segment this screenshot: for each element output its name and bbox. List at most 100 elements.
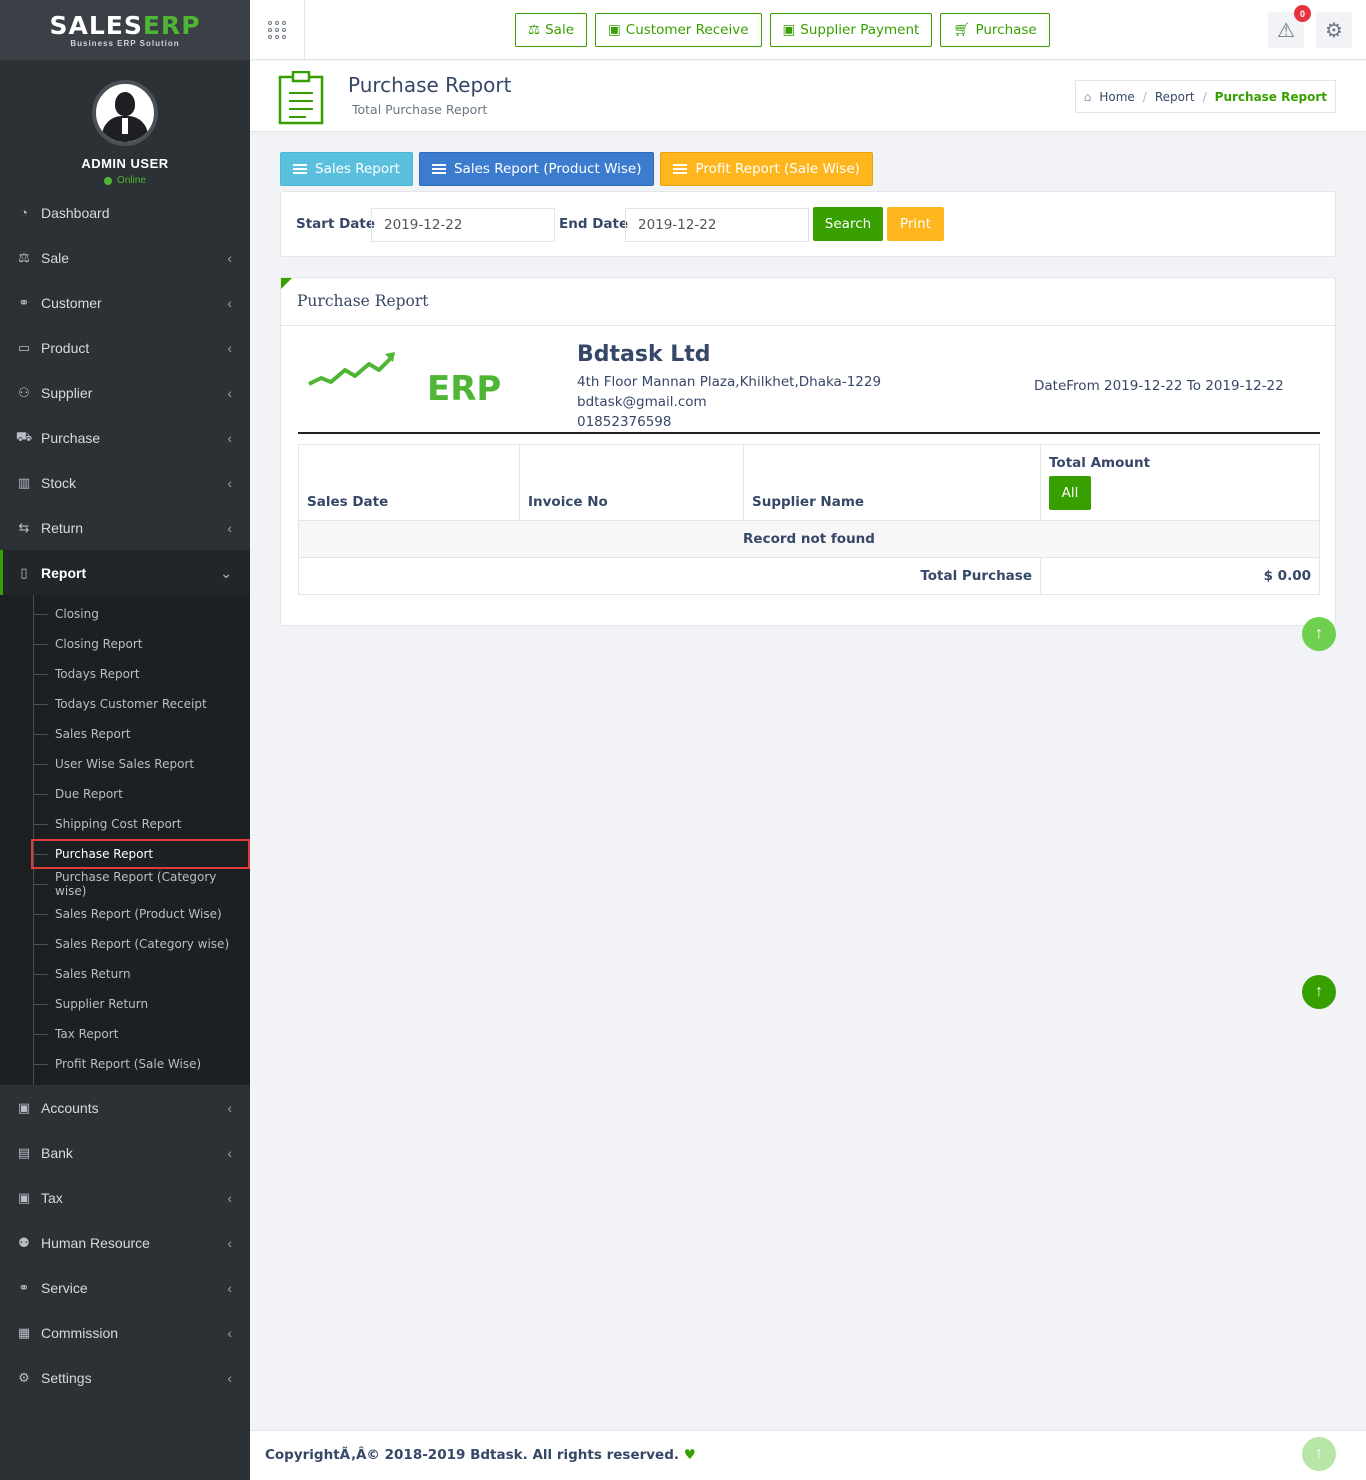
quick-sale-button[interactable]: ⚖ Sale — [515, 13, 588, 47]
date-filter-panel: Start Date 2019-12-22 End Date 2019-12-2… — [280, 191, 1336, 257]
svg-text:ERP: ERP — [427, 369, 501, 408]
sidebar-item-tax[interactable]: ▣ Tax ‹ — [0, 1175, 250, 1220]
sidebar-item-label: Commission — [41, 1324, 119, 1341]
list-icon — [431, 164, 446, 174]
submenu-item-sales-report[interactable]: Sales Report — [0, 719, 250, 749]
sidebar-item-label: Dashboard — [41, 204, 110, 221]
logo-main-text: SALES — [49, 10, 143, 40]
submenu-item-profit-report-sale-wise[interactable]: Profit Report (Sale Wise) — [0, 1049, 250, 1079]
grid-icon: ▦ — [17, 1324, 31, 1340]
quick-action-buttons: ⚖ Sale ▣ Customer Receive ▣ Supplier Paymen… — [515, 13, 1050, 47]
sidebar-item-purchase[interactable]: ⛟ Purchase ‹ — [0, 415, 250, 460]
panel-title: Purchase Report — [297, 292, 429, 310]
submenu-item-sales-report-category-wise[interactable]: Sales Report (Category wise) — [0, 929, 250, 959]
brand-logo[interactable]: SALESERP Business ERP Solution — [0, 0, 250, 60]
submenu-item-due-report[interactable]: Due Report — [0, 779, 250, 809]
sidebar-item-dashboard[interactable]: ◔ Dashboard — [0, 190, 250, 235]
submenu-item-closing[interactable]: Closing — [0, 599, 250, 629]
chevron-left-icon: ‹ — [227, 250, 232, 266]
user-icon: ⚇ — [18, 384, 30, 400]
sidebar-item-report[interactable]: ▯ Report ⌄ — [0, 550, 250, 595]
money-icon: ▣ — [17, 1189, 31, 1205]
sidebar-toggle-button[interactable] — [250, 0, 305, 60]
user-panel: ADMIN USER Online — [0, 60, 250, 190]
shopping-bag-icon: ▭ — [17, 339, 31, 355]
balance-scale-icon: ⚖ — [18, 249, 30, 265]
company-phone: 01852376598 — [577, 414, 672, 430]
end-date-input[interactable]: 2019-12-22 — [625, 208, 809, 242]
sidebar-item-sale[interactable]: ⚖ Sale ‹ — [0, 235, 250, 280]
heart-icon: ♥ — [683, 1447, 696, 1463]
col-total-amount: Total Amount All — [1040, 444, 1320, 521]
sidebar-item-bank[interactable]: ▤ Bank ‹ — [0, 1130, 250, 1175]
submenu-item-closing-report[interactable]: Closing Report — [0, 629, 250, 659]
breadcrumb-current: Purchase Report — [1214, 89, 1327, 104]
purchase-report-panel: Purchase Report ERP Bdtask Ltd 4th Floor… — [280, 277, 1336, 626]
submenu-item-tax-report[interactable]: Tax Report — [0, 1019, 250, 1049]
retweet-icon: ⇆ — [18, 519, 30, 535]
balance-scale-icon: ⚖ — [528, 22, 541, 38]
quick-supplier-payment-button[interactable]: ▣ Supplier Payment — [769, 13, 933, 47]
end-date-label: End Date — [559, 216, 629, 232]
sidebar-item-settings[interactable]: ⚙ Settings ‹ — [0, 1355, 250, 1400]
empty-message: Record not found — [298, 520, 1320, 558]
arrow-up-icon: ↑ — [1315, 1445, 1323, 1462]
sidebar-item-supplier[interactable]: ⚇ Supplier ‹ — [0, 370, 250, 415]
users-icon: ⚉ — [18, 1234, 30, 1250]
breadcrumb-report[interactable]: Report — [1155, 90, 1195, 104]
submenu-item-sales-return[interactable]: Sales Return — [0, 959, 250, 989]
quick-purchase-button[interactable]: 🛒︎ Purchase — [940, 13, 1050, 47]
chevron-left-icon: ‹ — [227, 1325, 232, 1341]
submenu-item-supplier-return[interactable]: Supplier Return — [0, 989, 250, 1019]
sidebar-item-customer[interactable]: ⚭ Customer ‹ — [0, 280, 250, 325]
submenu-item-todays-customer-receipt[interactable]: Todays Customer Receipt — [0, 689, 250, 719]
sidebar-item-label: Human Resource — [41, 1234, 150, 1251]
purchase-report-table: Sales Date Invoice No Supplier Name Tota… — [298, 444, 1320, 595]
sidebar-item-product[interactable]: ▭ Product ‹ — [0, 325, 250, 370]
submenu-item-purchase-report-category-wise[interactable]: Purchase Report (Category wise) — [0, 869, 250, 899]
sales-report-product-wise-button[interactable]: Sales Report (Product Wise) — [418, 152, 655, 186]
profit-report-sale-wise-button[interactable]: Profit Report (Sale Wise) — [660, 152, 873, 186]
notification-badge: 0 — [1294, 5, 1311, 22]
print-button[interactable]: Print — [887, 207, 944, 241]
breadcrumb-home[interactable]: Home — [1099, 90, 1134, 104]
sidebar-item-commission[interactable]: ▦ Commission ‹ — [0, 1310, 250, 1355]
search-button[interactable]: Search — [813, 207, 883, 241]
scroll-top-button[interactable]: ↑ — [1302, 975, 1336, 1009]
sales-report-button[interactable]: Sales Report — [280, 152, 413, 186]
settings-button[interactable]: ⚙︎ — [1316, 12, 1352, 48]
start-date-label: Start Date — [296, 216, 376, 232]
all-filter-button[interactable]: All — [1049, 476, 1091, 510]
sidebar-item-human-resource[interactable]: ⚉ Human Resource ‹ — [0, 1220, 250, 1265]
user-name: ADMIN USER — [81, 156, 169, 171]
clipboard-icon — [278, 71, 324, 125]
sidebar-item-label: Purchase — [41, 429, 101, 446]
sidebar-item-stock[interactable]: ▥ Stock ‹ — [0, 460, 250, 505]
start-date-input[interactable]: 2019-12-22 — [371, 208, 555, 242]
handshake-icon: ⚭ — [18, 1279, 30, 1295]
submenu-item-user-wise-sales-report[interactable]: User Wise Sales Report — [0, 749, 250, 779]
scroll-top-button[interactable]: ↑ — [1302, 1437, 1336, 1471]
notification-button[interactable]: ⚠︎ 0 — [1268, 5, 1311, 48]
chevron-left-icon: ‹ — [227, 1145, 232, 1161]
submenu-item-sales-report-product-wise[interactable]: Sales Report (Product Wise) — [0, 899, 250, 929]
bar-chart-icon: ▥ — [17, 474, 31, 490]
arrow-up-icon: ↑ — [1315, 625, 1323, 642]
submenu-item-todays-report[interactable]: Todays Report — [0, 659, 250, 689]
sidebar-item-label: Settings — [41, 1369, 92, 1386]
top-navbar: ⚖ Sale ▣ Customer Receive ▣ Supplier Paymen… — [250, 0, 1366, 60]
sidebar-item-service[interactable]: ⚭ Service ‹ — [0, 1265, 250, 1310]
quick-customer-receive-button[interactable]: ▣ Customer Receive — [595, 13, 762, 47]
col-invoice-no: Invoice No — [519, 444, 744, 521]
sidebar-item-accounts[interactable]: ▣ Accounts ‹ — [0, 1085, 250, 1130]
submenu-item-shipping-cost-report[interactable]: Shipping Cost Report — [0, 809, 250, 839]
report-date-range: DateFrom 2019-12-22 To 2019-12-22 — [1034, 378, 1284, 394]
chevron-left-icon: ‹ — [227, 340, 232, 356]
submenu-item-purchase-report[interactable]: Purchase Report — [31, 839, 250, 869]
sidebar-item-return[interactable]: ⇆ Return ‹ — [0, 505, 250, 550]
money-icon: ▣ — [17, 1099, 31, 1115]
sidebar-item-label: Stock — [41, 474, 77, 491]
total-purchase-label: Total Purchase — [298, 557, 1041, 595]
scroll-top-button[interactable]: ↑ — [1302, 617, 1336, 651]
company-address: 4th Floor Mannan Plaza,Khilkhet,Dhaka-12… — [577, 374, 882, 390]
